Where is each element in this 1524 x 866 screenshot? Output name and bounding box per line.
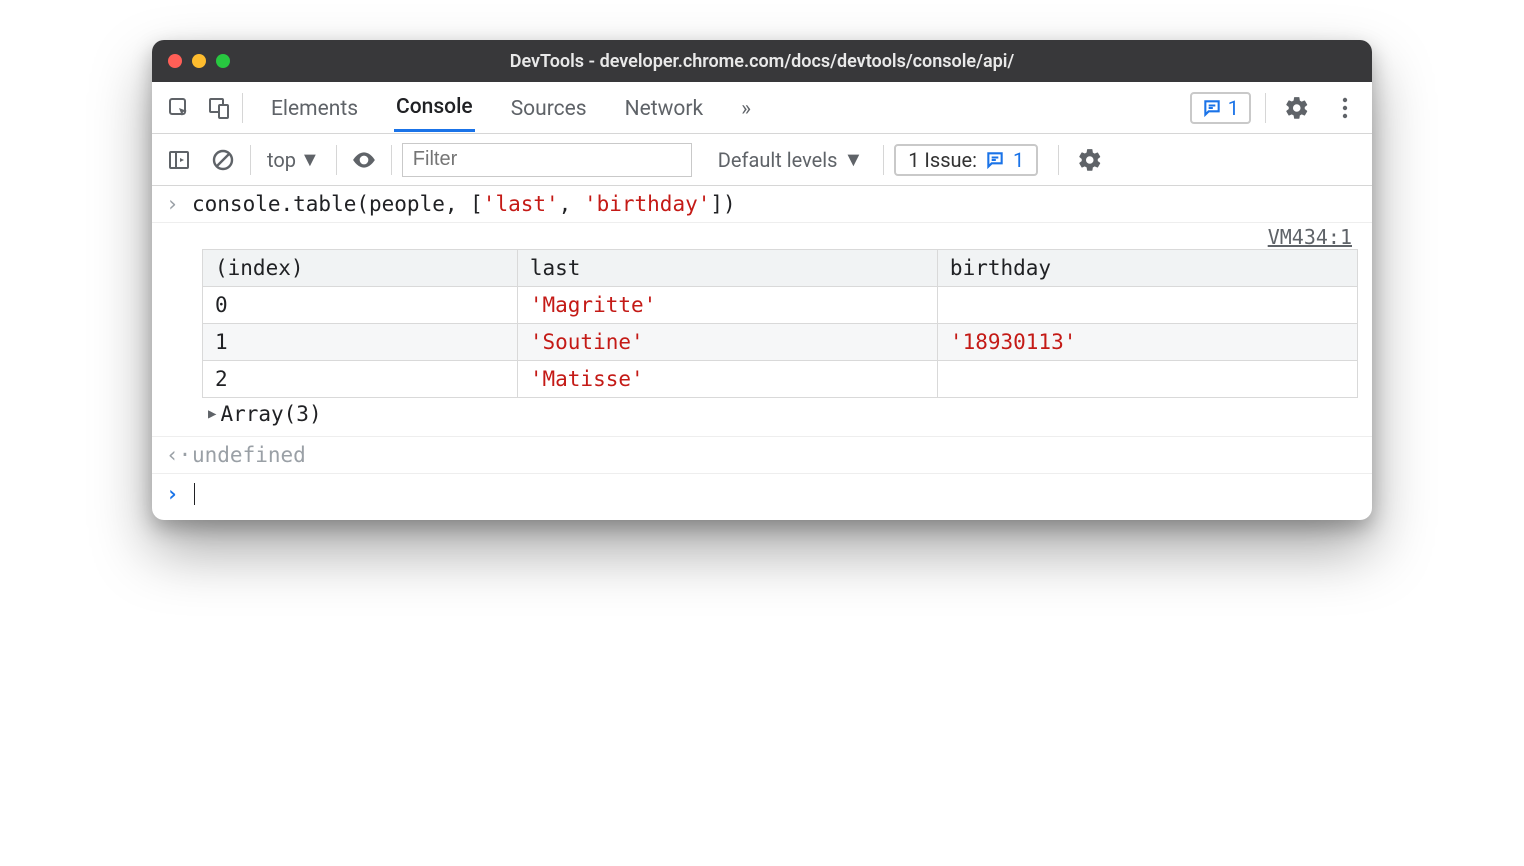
filter-input[interactable] — [402, 143, 692, 177]
live-expression-eye-icon[interactable] — [347, 143, 381, 177]
window-controls — [168, 54, 230, 68]
console-command[interactable]: console.table(people, ['last', 'birthday… — [192, 192, 736, 216]
console-toolbar: top ▼ Default levels ▼ 1 Issue: 1 — [152, 134, 1372, 186]
col-birthday[interactable]: birthday — [937, 250, 1357, 287]
inspect-element-icon[interactable] — [162, 91, 196, 125]
context-selector[interactable]: top ▼ — [261, 147, 326, 172]
array-expander[interactable]: ▶ Array(3) — [202, 398, 1358, 434]
output-chevron-icon: ‹· — [166, 443, 192, 467]
table-row[interactable]: 1 'Soutine' '18930113' — [203, 324, 1358, 361]
table-row[interactable]: 0 'Magritte' — [203, 287, 1358, 324]
chevron-down-icon: ▼ — [300, 147, 320, 172]
triangle-right-icon: ▶ — [208, 406, 216, 422]
maximize-window-button[interactable] — [216, 54, 230, 68]
tabs-overflow-button[interactable]: » — [739, 85, 753, 131]
devtools-window: DevTools - developer.chrome.com/docs/dev… — [152, 40, 1372, 520]
separator — [391, 145, 392, 175]
console-output: › console.table(people, ['last', 'birthd… — [152, 186, 1372, 520]
console-return-row: ‹· undefined — [152, 436, 1372, 474]
separator — [883, 145, 884, 175]
settings-gear-icon[interactable] — [1280, 91, 1314, 125]
tab-sources[interactable]: Sources — [509, 85, 589, 131]
tab-console[interactable]: Console — [394, 83, 475, 132]
message-icon — [1202, 98, 1222, 118]
console-settings-gear-icon[interactable] — [1073, 143, 1107, 177]
separator — [1265, 93, 1266, 123]
array-summary: Array(3) — [220, 402, 321, 426]
issues-chip[interactable]: 1 Issue: 1 — [894, 144, 1038, 176]
source-link[interactable]: VM434:1 — [1268, 225, 1358, 249]
window-titlebar: DevTools - developer.chrome.com/docs/dev… — [152, 40, 1372, 82]
result-table[interactable]: (index) last birthday 0 'Magritte' 1 'So… — [202, 249, 1358, 398]
col-last[interactable]: last — [517, 250, 937, 287]
device-toolbar-icon[interactable] — [202, 91, 236, 125]
clear-console-icon[interactable] — [206, 143, 240, 177]
log-levels-selector[interactable]: Default levels ▼ — [718, 147, 863, 172]
console-prompt-line[interactable]: › — [152, 474, 1372, 520]
console-table-output: (index) last birthday 0 'Magritte' 1 'So… — [152, 249, 1372, 436]
table-header-row: (index) last birthday — [203, 250, 1358, 287]
log-levels-label: Default levels — [718, 148, 838, 172]
issues-count: 1 — [1013, 148, 1024, 172]
chevron-down-icon: ▼ — [843, 147, 863, 172]
issues-label: 1 Issue: — [908, 148, 977, 172]
minimize-window-button[interactable] — [192, 54, 206, 68]
col-index[interactable]: (index) — [203, 250, 518, 287]
separator — [336, 145, 337, 175]
tab-network[interactable]: Network — [623, 85, 706, 131]
separator — [1058, 145, 1059, 175]
return-value: undefined — [192, 443, 306, 467]
devtools-tabbar: Elements Console Sources Network » 1 — [152, 82, 1372, 134]
window-title: DevTools - developer.chrome.com/docs/dev… — [152, 51, 1372, 72]
messages-chip[interactable]: 1 — [1190, 92, 1251, 124]
separator — [242, 93, 243, 123]
close-window-button[interactable] — [168, 54, 182, 68]
prompt-chevron-icon: › — [166, 482, 192, 506]
separator — [250, 145, 251, 175]
text-cursor — [194, 483, 195, 505]
tab-elements[interactable]: Elements — [269, 85, 360, 131]
console-input-echo: › console.table(people, ['last', 'birthd… — [152, 186, 1372, 223]
table-row[interactable]: 2 'Matisse' — [203, 361, 1358, 398]
messages-count: 1 — [1228, 96, 1239, 120]
context-label: top — [267, 148, 296, 172]
message-icon — [985, 150, 1005, 170]
input-chevron-icon: › — [166, 192, 192, 216]
panel-tabs: Elements Console Sources Network » — [269, 83, 753, 132]
more-options-icon[interactable] — [1328, 91, 1362, 125]
toggle-sidebar-icon[interactable] — [162, 143, 196, 177]
